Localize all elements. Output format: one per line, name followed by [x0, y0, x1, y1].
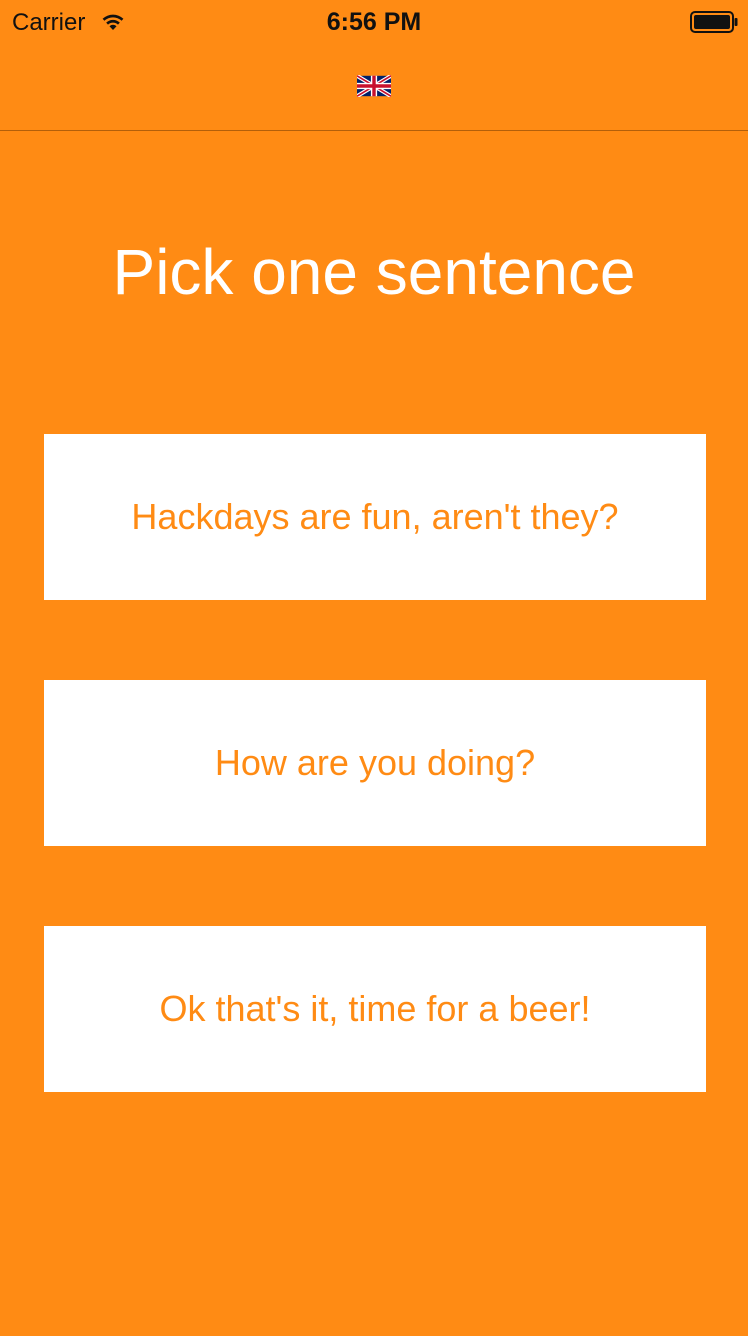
- sentence-option-button[interactable]: How are you doing?: [44, 680, 706, 846]
- sentence-option-label: How are you doing?: [214, 742, 536, 783]
- sentence-option-button[interactable]: Hackdays are fun, aren't they?: [44, 434, 706, 600]
- sentence-option-label: Ok that's it, time for a beer!: [159, 988, 591, 1029]
- sentence-option-label: Hackdays are fun, aren't they?: [131, 496, 619, 537]
- app-screen: Carrier 6:56 PM Pick one sentence Hackda…: [0, 0, 748, 1336]
- status-bar: Carrier 6:56 PM: [0, 0, 748, 44]
- page-title: Pick one sentence: [112, 236, 636, 308]
- sentence-option-button[interactable]: Ok that's it, time for a beer!: [44, 926, 706, 1092]
- uk-flag-icon[interactable]: [357, 75, 391, 97]
- navigation-bar: [0, 44, 748, 131]
- battery-full-icon: [690, 11, 738, 33]
- status-time: 6:56 PM: [326, 8, 422, 36]
